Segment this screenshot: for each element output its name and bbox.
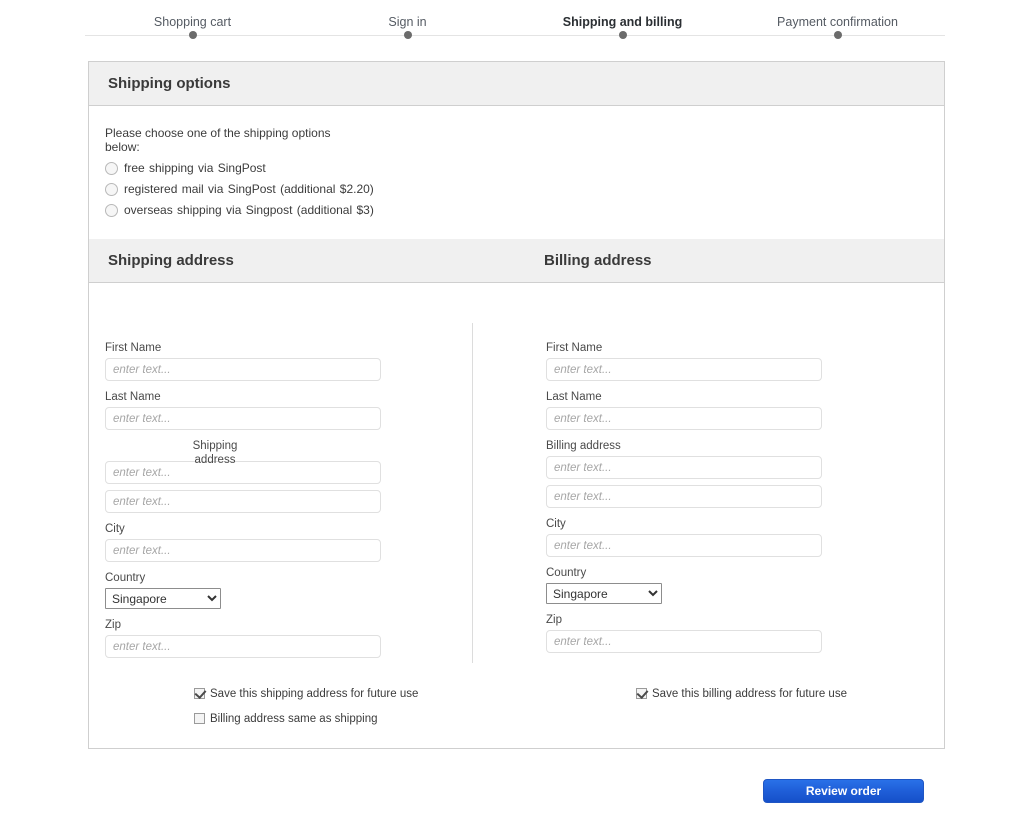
shipping-first-name-input[interactable] [105, 358, 381, 381]
billing-zip-input[interactable] [546, 630, 822, 653]
shipping-zip-label: Zip [105, 619, 121, 631]
shipping-address-title: Shipping address [108, 252, 234, 269]
shipping-country-select[interactable]: Singapore [105, 588, 221, 609]
shipping-country-field: Country Singapore [105, 571, 397, 609]
billing-country-field: Country Singapore [546, 566, 838, 604]
billing-first-name-field: First Name [546, 341, 838, 381]
address-section-header: Shipping address Billing address [89, 239, 944, 283]
shipping-zip-field: Zip [105, 618, 397, 658]
review-order-button[interactable]: Review order [763, 779, 924, 803]
shipping-first-name-field: First Name [105, 341, 397, 381]
step-sign-in[interactable]: Sign in [300, 13, 515, 31]
billing-zip-field: Zip [546, 613, 838, 653]
shipping-option-registered-mail[interactable]: registered mail via SingPost (additional… [105, 182, 375, 196]
shipping-options-header: Shipping options [89, 62, 944, 106]
step-shopping-cart[interactable]: Shopping cart [85, 13, 300, 31]
shipping-last-name-label: Last Name [105, 391, 161, 403]
radio-unselected-icon[interactable] [105, 204, 118, 217]
step-dots [85, 31, 945, 41]
step-dot-slot [515, 31, 730, 41]
checkout-progress-steps: Shopping cart Sign in Shipping and billi… [0, 0, 1024, 50]
shipping-option-free[interactable]: free shipping via SingPost [105, 161, 375, 175]
save-billing-address-checkbox-row[interactable]: Save this billing address for future use [636, 687, 847, 701]
billing-address-title: Billing address [544, 252, 652, 269]
billing-first-name-label: First Name [546, 342, 603, 354]
radio-unselected-icon[interactable] [105, 183, 118, 196]
billing-address-line1-input[interactable] [546, 456, 822, 479]
shipping-option-label: free shipping via SingPost [124, 161, 266, 175]
billing-first-name-input[interactable] [546, 358, 822, 381]
billing-city-label: City [546, 518, 566, 530]
shipping-city-input[interactable] [105, 539, 381, 562]
step-payment-confirmation[interactable]: Payment confirmation [730, 13, 945, 31]
shipping-options-instruction: Please choose one of the shipping option… [105, 126, 331, 154]
billing-last-name-field: Last Name [546, 390, 838, 430]
shipping-options-body: Please choose one of the shipping option… [89, 106, 944, 239]
step-label: Shopping cart [153, 15, 232, 29]
radio-unselected-icon[interactable] [105, 162, 118, 175]
shipping-checkbox-group: Save this shipping address for future us… [194, 687, 418, 726]
billing-same-as-shipping-label: Billing address same as shipping [210, 713, 378, 725]
address-forms: First Name Last Name Shipping address Ci… [89, 283, 944, 748]
billing-address-label: Billing address [546, 440, 621, 452]
save-shipping-address-checkbox-row[interactable]: Save this shipping address for future us… [194, 687, 418, 701]
checkbox-unchecked-icon[interactable] [194, 713, 205, 724]
shipping-last-name-field: Last Name [105, 390, 397, 430]
shipping-address-form: First Name Last Name Shipping address Ci… [105, 341, 397, 667]
step-dot-icon [833, 31, 842, 39]
billing-city-input[interactable] [546, 534, 822, 557]
billing-country-label: Country [546, 567, 587, 579]
checkout-panel: Shipping options Please choose one of th… [88, 61, 945, 749]
shipping-address-label: Shipping address [192, 440, 238, 466]
checkbox-checked-icon[interactable] [194, 688, 205, 699]
billing-zip-label: Zip [546, 614, 562, 626]
step-label: Shipping and billing [562, 15, 683, 29]
shipping-country-label: Country [105, 572, 146, 584]
step-label: Sign in [388, 15, 427, 29]
step-labels: Shopping cart Sign in Shipping and billi… [85, 13, 945, 31]
billing-address-line2-input[interactable] [546, 485, 822, 508]
billing-same-as-shipping-checkbox-row[interactable]: Billing address same as shipping [194, 712, 418, 726]
step-label: Payment confirmation [777, 15, 898, 29]
column-divider [472, 323, 473, 663]
shipping-city-label: City [105, 523, 125, 535]
checkbox-checked-icon[interactable] [636, 688, 647, 699]
billing-country-select[interactable]: Singapore [546, 583, 662, 604]
shipping-address-line2-input[interactable] [105, 490, 381, 513]
billing-checkbox-group: Save this billing address for future use [636, 687, 847, 701]
step-dot-slot [300, 31, 515, 41]
billing-last-name-label: Last Name [546, 391, 602, 403]
shipping-options-title: Shipping options [108, 75, 231, 92]
shipping-option-label: registered mail via SingPost (additional… [124, 182, 374, 196]
billing-city-field: City [546, 517, 838, 557]
step-dot-icon [618, 31, 627, 39]
step-dot-icon [188, 31, 197, 39]
shipping-option-label: overseas shipping via Singpost (addition… [124, 203, 374, 217]
shipping-first-name-label: First Name [105, 342, 162, 354]
shipping-address-field: Shipping address [105, 439, 397, 513]
shipping-option-overseas[interactable]: overseas shipping via Singpost (addition… [105, 203, 375, 217]
billing-address-field: Billing address [546, 439, 838, 508]
step-dot-slot [730, 31, 945, 41]
step-dot-icon [403, 31, 412, 39]
shipping-zip-input[interactable] [105, 635, 381, 658]
shipping-city-field: City [105, 522, 397, 562]
step-dot-slot [85, 31, 300, 41]
save-shipping-address-label: Save this shipping address for future us… [210, 688, 419, 700]
step-shipping-and-billing[interactable]: Shipping and billing [515, 13, 730, 31]
save-billing-address-label: Save this billing address for future use [652, 688, 847, 700]
billing-last-name-input[interactable] [546, 407, 822, 430]
billing-address-form: First Name Last Name Billing address Cit… [546, 341, 838, 662]
shipping-last-name-input[interactable] [105, 407, 381, 430]
